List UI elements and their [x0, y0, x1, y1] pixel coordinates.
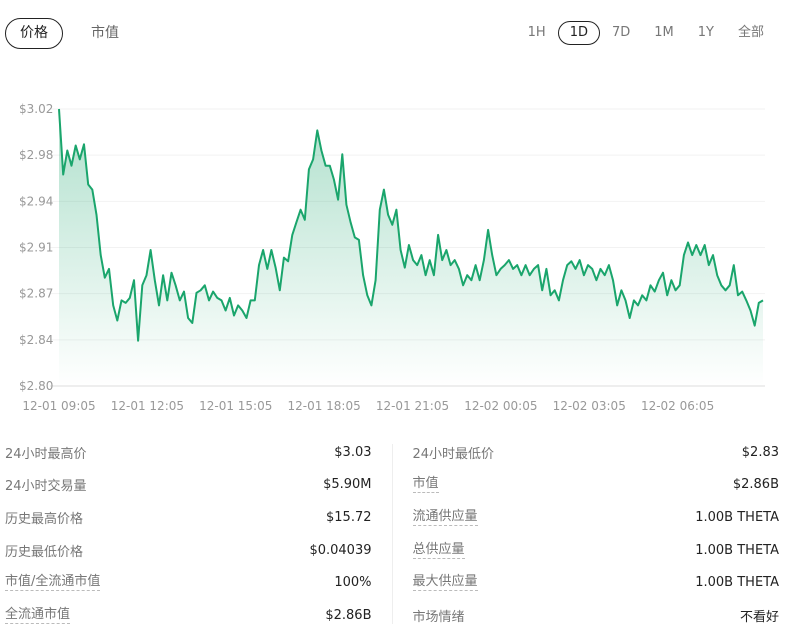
y-tick-label: $2.91	[19, 241, 53, 255]
stat-row: 历史最高价格 $15.72	[5, 501, 372, 534]
stat-row: 市场情绪 不看好	[413, 599, 780, 632]
stat-label: 24小时最低价	[412, 446, 495, 462]
stat-row: 历史最低价格 $0.04039	[5, 534, 372, 567]
stats-right-column: 24小时最低价 $2.83 市值 $2.86B 流通供应量 1.00B THETA 总供应量…	[412, 436, 780, 634]
stat-label: 24小时最高价	[5, 446, 87, 462]
stat-label[interactable]: 市值	[412, 476, 439, 494]
stat-label[interactable]: 总供应量	[412, 542, 465, 559]
price-chart[interactable]: $3.02 $2.98 $2.94 $2.91 $2.87 $2.84 $2.80 12-0…	[0, 95, 786, 415]
stats-left-column: 24小时最高价 $3.03 24小时交易量 $5.90M 历史最高价格 $15.72 历史最…	[5, 436, 372, 634]
x-tick-label: 12-01 21:05	[376, 399, 449, 413]
stat-label[interactable]: 市值/全流通市值	[5, 574, 101, 592]
range-all[interactable]: 全部	[726, 21, 776, 45]
y-tick-label: $2.84	[19, 333, 53, 347]
stat-row: 市值/全流通市值 100%	[5, 566, 372, 599]
tab-market-cap[interactable]: 市值	[76, 18, 134, 49]
y-tick-label: $2.98	[19, 148, 53, 162]
stat-value: $0.04039	[309, 542, 372, 558]
range-1y[interactable]: 1Y	[686, 21, 726, 45]
stat-label[interactable]: 流通供应量	[412, 509, 478, 526]
stat-row: 流通供应量 1.00B THETA	[412, 501, 779, 534]
stat-value: $2.83	[741, 444, 779, 460]
x-tick-label: 12-01 09:05	[22, 399, 95, 413]
stat-label[interactable]: 最大供应量	[412, 574, 478, 592]
x-tick-label: 12-02 00:05	[464, 399, 537, 413]
stat-row: 24小时最高价 $3.03	[5, 436, 372, 469]
range-1m[interactable]: 1M	[642, 21, 686, 45]
stat-value: $2.86B	[732, 477, 779, 493]
stats-panel: 24小时最高价 $3.03 24小时交易量 $5.90M 历史最高价格 $15.72 历史最…	[5, 436, 779, 634]
x-tick-label: 12-01 15:05	[199, 399, 272, 413]
stat-label[interactable]: 全流通市值	[5, 607, 71, 624]
x-tick-label: 12-01 12:05	[111, 399, 184, 413]
x-tick-label: 12-01 18:05	[287, 399, 360, 413]
tab-price[interactable]: 价格	[5, 18, 63, 49]
stat-value: 不看好	[739, 609, 779, 625]
stat-value: $3.03	[334, 444, 372, 460]
y-tick-label: $3.02	[19, 102, 53, 116]
stat-row: 市值 $2.86B	[412, 469, 779, 502]
y-tick-label: $2.87	[19, 287, 53, 301]
y-tick-label: $2.80	[19, 379, 53, 393]
y-tick-label: $2.94	[19, 194, 53, 208]
stat-row: 24小时最低价 $2.83	[413, 436, 780, 469]
stat-row: 总供应量 1.00B THETA	[412, 534, 779, 567]
stat-value: 1.00B THETA	[695, 542, 779, 558]
stat-value: 1.00B THETA	[695, 509, 779, 525]
stat-value: $5.90M	[323, 477, 372, 493]
range-1h[interactable]: 1H	[516, 21, 558, 45]
stat-label: 历史最高价格	[5, 511, 84, 527]
stat-value: $15.72	[326, 509, 372, 525]
time-range-selector: 1H 1D 7D 1M 1Y 全部	[516, 21, 776, 45]
range-7d[interactable]: 7D	[600, 21, 642, 45]
stat-row: 最大供应量 1.00B THETA	[412, 566, 779, 599]
stat-value: 100%	[334, 575, 372, 591]
x-tick-label: 12-02 06:05	[641, 399, 714, 413]
stat-label: 24小时交易量	[5, 479, 87, 495]
x-tick-label: 12-02 03:05	[553, 399, 626, 413]
stat-row: 24小时交易量 $5.90M	[5, 469, 372, 502]
stat-value: $2.86B	[325, 607, 372, 623]
range-1d[interactable]: 1D	[557, 21, 600, 45]
stat-value: 1.00B THETA	[695, 575, 779, 591]
divider	[391, 444, 393, 624]
chart-type-tabs: 价格 市值	[5, 18, 147, 49]
stat-label: 市场情绪	[412, 609, 465, 625]
stat-row: 全流通市值 $2.86B	[5, 599, 372, 632]
stat-label: 历史最低价格	[5, 544, 84, 560]
